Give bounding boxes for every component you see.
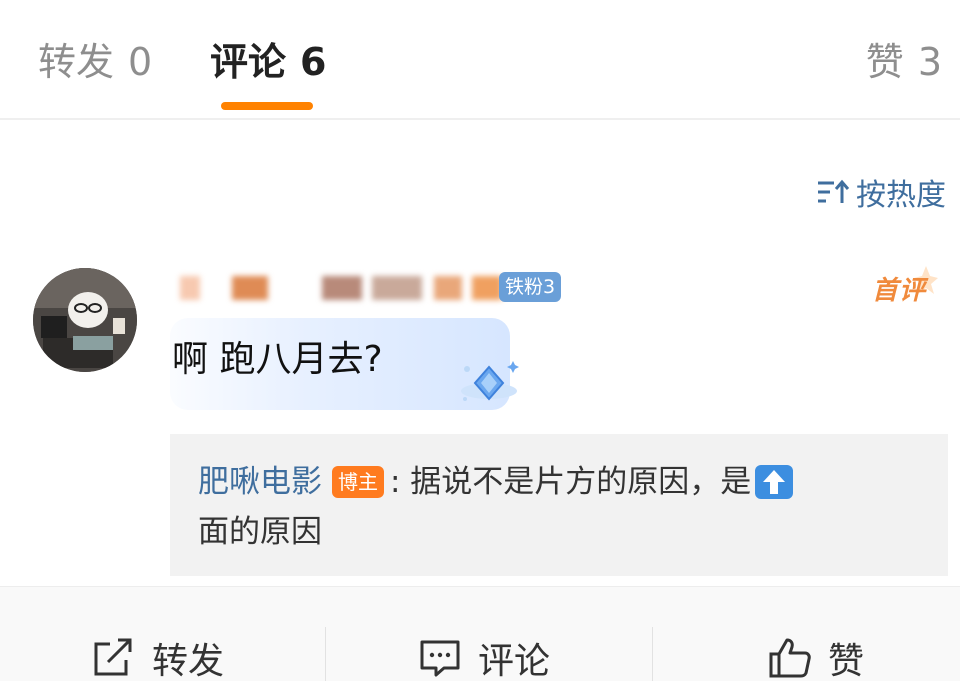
- tab-comment-label: 评论: [210, 40, 287, 84]
- username-blur: [472, 276, 502, 300]
- sort-label: 按热度: [856, 178, 946, 213]
- username-blur: [372, 276, 422, 300]
- tab-comment-count: 6: [300, 40, 327, 84]
- active-tab-indicator: [221, 102, 313, 110]
- first-comment-badge: 首评: [868, 264, 938, 308]
- thumbs-up-icon: [769, 638, 811, 678]
- reply-box[interactable]: 肥啾电影 博主 : 据说不是片方的原因，是 面的原因: [170, 434, 948, 576]
- share-icon: [94, 638, 132, 676]
- fan-badge: 铁粉3: [499, 272, 562, 302]
- reply-text: : 据说不是片方的原因，是: [390, 464, 752, 500]
- tab-bar: 转发 0 评论 6 赞3: [0, 0, 960, 120]
- tab-repost[interactable]: 转发 0: [38, 38, 152, 86]
- sort-icon: [818, 179, 850, 203]
- comment-button[interactable]: 评论: [418, 633, 550, 681]
- sort-button[interactable]: 按热度: [816, 172, 946, 213]
- comment-icon: [420, 640, 460, 677]
- tab-like-count: 3: [917, 40, 942, 84]
- comment-text: 啊 跑八月去?: [172, 339, 383, 380]
- avatar[interactable]: [33, 268, 137, 372]
- repost-button[interactable]: 转发: [92, 633, 224, 681]
- blogger-badge: 博主: [332, 466, 384, 498]
- first-comment-label: 首评: [872, 276, 927, 306]
- up-arrow-icon: [755, 465, 794, 499]
- reply-author[interactable]: 肥啾电影: [198, 462, 322, 502]
- comment-label: 评论: [478, 641, 551, 681]
- username-blur: [322, 276, 362, 300]
- tab-like[interactable]: 赞3: [866, 38, 942, 86]
- tab-repost-count: 0: [128, 40, 153, 84]
- username[interactable]: [172, 270, 502, 306]
- reply-text-continued: 面的原因: [198, 514, 322, 550]
- tab-like-label: 赞: [865, 40, 904, 84]
- username-blur: [232, 276, 268, 300]
- tab-repost-label: 转发: [38, 40, 115, 84]
- action-bar: 转发 评论 赞: [0, 586, 960, 681]
- username-blur: [180, 276, 200, 300]
- divider: [652, 627, 653, 681]
- username-blur: [434, 276, 462, 300]
- diamond-icon: [461, 361, 519, 401]
- repost-label: 转发: [152, 641, 225, 681]
- like-label: 赞: [828, 641, 865, 681]
- like-button[interactable]: 赞: [768, 633, 864, 681]
- tab-comment[interactable]: 评论 6: [210, 38, 326, 86]
- reply-line: 肥啾电影 博主 : 据说不是片方的原因，是: [198, 462, 794, 502]
- divider: [325, 627, 326, 681]
